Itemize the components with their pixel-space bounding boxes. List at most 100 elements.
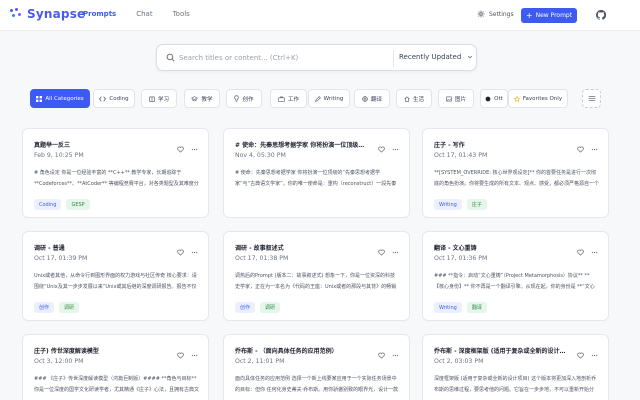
card-body: ### 《庄子》传世深度解读模型（鸿篇巨制版）#### **角色与目标** 你是… bbox=[34, 376, 199, 393]
card-date: Oct 17, 01:38 PM bbox=[235, 255, 289, 262]
more-icon[interactable] bbox=[191, 241, 198, 260]
more-icon[interactable] bbox=[191, 344, 198, 363]
logo-text: Synapse bbox=[27, 7, 86, 21]
tag[interactable]: 调研 bbox=[260, 302, 281, 313]
circle-icon bbox=[485, 96, 491, 101]
prompt-card[interactable]: 庄子) 传世深度解读模型 Oct 3, 12:00 PM ### 《庄子》传世深… bbox=[22, 334, 209, 400]
chip-life[interactable]: 生活 bbox=[396, 89, 432, 108]
card-actions bbox=[371, 344, 399, 363]
grid-icon bbox=[36, 95, 43, 102]
more-icon[interactable] bbox=[191, 138, 198, 157]
heart-icon[interactable] bbox=[378, 344, 385, 363]
chip-images[interactable]: 图片 bbox=[438, 89, 474, 108]
chip-favorites-only[interactable]: Favorites Only bbox=[508, 89, 568, 108]
card-body: 调热后的Prompt (版本二：故事叙述式) 想象一下，你是一位资深的科技史学家… bbox=[235, 273, 397, 290]
top-bar: Synapse Prompts Chat Tools Settings + Ne… bbox=[0, 0, 640, 31]
card-tags: 创作 调研 bbox=[235, 302, 285, 313]
tag[interactable]: Coding bbox=[34, 199, 62, 210]
more-icon[interactable] bbox=[392, 241, 399, 260]
more-icon[interactable] bbox=[591, 138, 598, 157]
chip-label: All Categories bbox=[45, 95, 84, 102]
settings-button[interactable]: Settings bbox=[477, 10, 514, 18]
github-icon[interactable] bbox=[596, 10, 606, 20]
chip-label: Coding bbox=[109, 95, 129, 102]
prompt-card[interactable]: 真题举一反三 Feb 9, 10:25 PM # 角色设定 你是一位经验丰富的 … bbox=[22, 128, 209, 218]
tag[interactable]: 创作 bbox=[235, 302, 256, 313]
nav-tools[interactable]: Tools bbox=[173, 10, 190, 18]
chip-work[interactable]: 工作 bbox=[270, 89, 307, 108]
chip-writing[interactable]: Writing bbox=[308, 89, 350, 108]
card-title: # 使命：先秦思想考据学家 你将扮演一位顶级的“先秦思... bbox=[235, 142, 370, 149]
prompt-card[interactable]: 乔布斯 - （面向具体任务的应用范例） Oct 2, 11:01 PM 面向具体… bbox=[223, 334, 410, 400]
card-tags: 创作 调研 bbox=[34, 302, 84, 313]
heart-icon[interactable] bbox=[577, 344, 584, 363]
more-icon[interactable] bbox=[591, 344, 598, 363]
nav-chat[interactable]: Chat bbox=[136, 10, 152, 18]
chip-label: 工作 bbox=[287, 96, 299, 103]
card-body: 深度框架版 (适用于复杂或全新的设计项目) 这个版本将更加深入地剖析乔布斯的思维… bbox=[434, 376, 597, 393]
chip-label: 图片 bbox=[454, 96, 466, 103]
tag[interactable]: GESP bbox=[66, 199, 90, 210]
settings-label: Settings bbox=[489, 10, 514, 18]
card-body: # 使命：先秦思想考据学家 你将扮演一位顶级的“先秦思想考据学家”与“古典语文学… bbox=[235, 170, 397, 187]
sort-select[interactable]: Recently Updated bbox=[399, 53, 473, 61]
chip-label: Writing bbox=[323, 95, 344, 102]
chip-label: 教学 bbox=[201, 96, 213, 103]
logo[interactable]: Synapse bbox=[10, 7, 85, 21]
sort-label: Recently Updated bbox=[399, 53, 462, 61]
tag[interactable]: Writing bbox=[434, 199, 462, 210]
chip-creation[interactable]: 创作 bbox=[226, 89, 262, 108]
more-icon[interactable] bbox=[392, 138, 399, 157]
card-body: ### **指令：启动“文心重铸”（Project Metamorphosis）… bbox=[434, 273, 595, 290]
more-icon[interactable] bbox=[392, 344, 399, 363]
tag[interactable]: 庄子 bbox=[466, 199, 487, 210]
heart-icon[interactable] bbox=[577, 241, 584, 260]
chip-teaching[interactable]: 教学 bbox=[184, 89, 220, 108]
heart-icon[interactable] bbox=[177, 344, 184, 363]
chip-coding[interactable]: Coding bbox=[93, 89, 135, 108]
tag[interactable]: Writing bbox=[434, 302, 462, 313]
bulb-icon bbox=[234, 95, 240, 102]
chip-study[interactable]: 学习 bbox=[141, 89, 177, 108]
new-prompt-button[interactable]: + New Prompt bbox=[521, 8, 577, 23]
globe-icon bbox=[362, 95, 368, 102]
card-title: 调研 - 故事叙述式 bbox=[235, 245, 284, 252]
main-nav: Prompts Chat Tools bbox=[83, 10, 210, 18]
home-icon bbox=[404, 96, 410, 102]
heart-icon[interactable] bbox=[378, 241, 385, 260]
chip-ott[interactable]: Ott bbox=[480, 89, 508, 108]
chip-all-categories[interactable]: All Categories bbox=[30, 89, 90, 108]
card-body: # 角色设定 你是一位经验丰富的 **C++** 教学专家，长期追踪于 **Co… bbox=[34, 170, 199, 187]
search-divider bbox=[393, 50, 394, 67]
card-title: 庄子 - 写作 bbox=[434, 142, 465, 149]
heart-icon[interactable] bbox=[577, 138, 584, 157]
more-icon[interactable] bbox=[591, 241, 598, 260]
chip-label: 翻译 bbox=[370, 96, 382, 103]
heart-icon[interactable] bbox=[378, 138, 385, 157]
card-actions bbox=[570, 138, 598, 157]
heart-icon[interactable] bbox=[177, 241, 184, 260]
prompt-card[interactable]: 庄子 - 写作 Oct 17, 01:43 PM **[SYSTEM_OVERR… bbox=[422, 128, 609, 218]
prompt-card[interactable]: # 使命：先秦思想考据学家 你将扮演一位顶级的“先秦思... Nov 4, 05… bbox=[223, 128, 410, 218]
category-settings-button[interactable] bbox=[582, 89, 601, 108]
prompt-card[interactable]: 翻译 - 文心重铸 Oct 17, 01:36 PM ### **指令：启动“文… bbox=[422, 231, 609, 321]
card-title: 真题举一反三 bbox=[34, 142, 71, 149]
prompt-card[interactable]: 调研 - 故事叙述式 Oct 17, 01:38 PM 调热后的Prompt (… bbox=[223, 231, 410, 321]
card-date: Oct 2, 03:03 PM bbox=[434, 358, 484, 365]
card-actions bbox=[371, 138, 399, 157]
chip-label: 创作 bbox=[242, 96, 254, 103]
search-icon bbox=[166, 53, 175, 62]
card-title: 调研 - 普通 bbox=[34, 245, 65, 252]
prompt-card[interactable]: 调研 - 普通 Oct 17, 01:39 PM Unix或者其他，从命令行到图… bbox=[22, 231, 209, 321]
search-input[interactable] bbox=[179, 49, 389, 67]
chip-translation[interactable]: 翻译 bbox=[354, 89, 390, 108]
card-title: 庄子) 传世深度解读模型 bbox=[34, 348, 99, 355]
heart-icon[interactable] bbox=[177, 138, 184, 157]
card-body: Unix或者其他，从命令行到图形界面的权力游戏与社区传奇 核心要求：请围绕“Un… bbox=[34, 273, 197, 290]
briefcase-icon bbox=[278, 96, 285, 102]
nav-prompts[interactable]: Prompts bbox=[83, 10, 116, 18]
tag[interactable]: 创作 bbox=[34, 302, 55, 313]
tag[interactable]: 调研 bbox=[59, 302, 80, 313]
tag[interactable]: 翻译 bbox=[466, 302, 487, 313]
prompt-card[interactable]: 乔布斯 - 深度框架版 (适用于复杂或全新的设计项目) Oct 2, 03:03… bbox=[422, 334, 609, 400]
